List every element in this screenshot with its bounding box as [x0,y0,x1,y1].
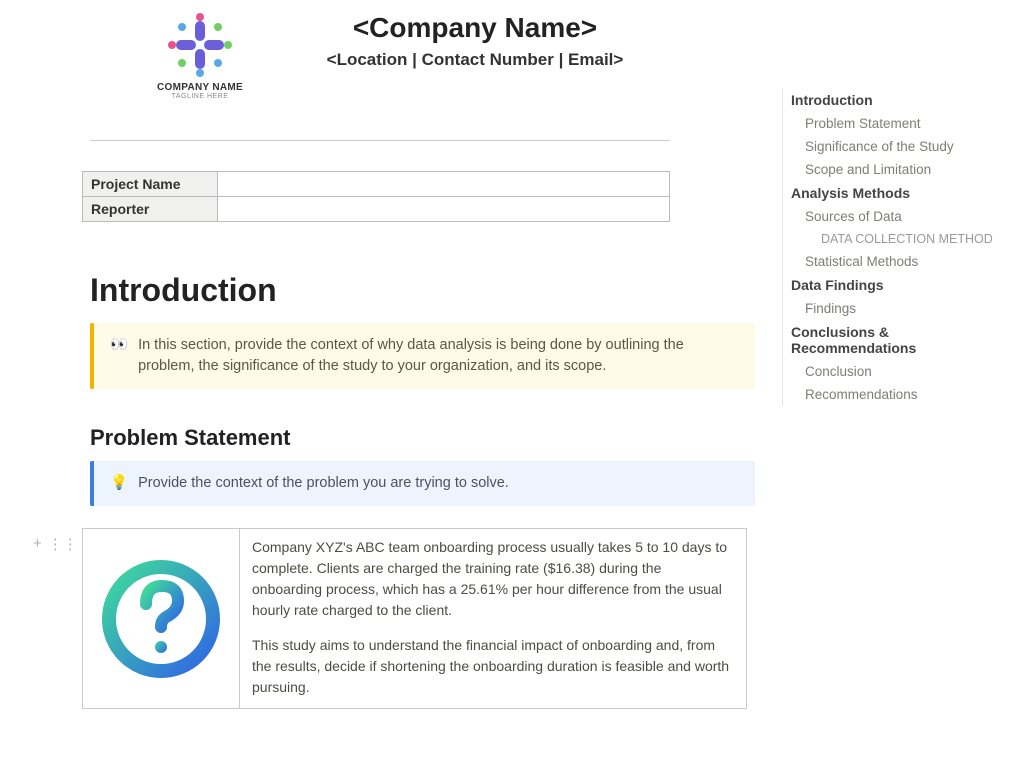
document-header: COMPANY NAME TAGLINE HERE <Company Name>… [0,10,760,100]
problem-body-p2: This study aims to understand the financ… [252,635,734,698]
table-row: Project Name [83,172,670,197]
toc-item-conclusions[interactable]: Conclusions & Recommendations [791,320,1012,360]
introduction-callout: 👀 In this section, provide the context o… [90,323,755,389]
problem-statement-content-block[interactable]: + ⋮⋮ Company XYZ's ABC team [82,528,747,709]
toc-item-analysis-methods[interactable]: Analysis Methods [791,181,1012,205]
table-of-contents: Introduction Problem Statement Significa… [782,88,1012,406]
reporter-label: Reporter [83,197,218,222]
table-row: Reporter [83,197,670,222]
eyes-icon: 👀 [110,335,128,377]
company-logo: COMPANY NAME TAGLINE HERE [130,10,270,100]
project-name-value[interactable] [218,172,670,197]
toc-item-significance[interactable]: Significance of the Study [791,135,1012,158]
toc-item-data-findings[interactable]: Data Findings [791,273,1012,297]
project-info-table: Project Name Reporter [82,171,670,222]
logo-name: COMPANY NAME [130,82,270,93]
divider [90,140,670,141]
toc-item-sources[interactable]: Sources of Data [791,205,1012,228]
logo-tagline: TAGLINE HERE [130,93,270,100]
problem-statement-callout-text: Provide the context of the problem you a… [138,473,509,494]
introduction-heading: Introduction [90,272,670,309]
project-name-label: Project Name [83,172,218,197]
toc-item-conclusion[interactable]: Conclusion [791,360,1012,383]
add-block-button[interactable]: + [33,535,42,553]
toc-item-statistical[interactable]: Statistical Methods [791,250,1012,273]
drag-handle-icon[interactable]: ⋮⋮ [48,535,78,553]
reporter-value[interactable] [218,197,670,222]
problem-statement-heading: Problem Statement [90,425,670,451]
page-title: <Company Name> [270,12,680,44]
toc-item-introduction[interactable]: Introduction [791,88,1012,112]
block-gutter-controls: + ⋮⋮ [33,535,78,553]
question-mark-icon [101,559,221,679]
toc-item-problem-statement[interactable]: Problem Statement [791,112,1012,135]
toc-item-scope[interactable]: Scope and Limitation [791,158,1012,181]
toc-item-findings[interactable]: Findings [791,297,1012,320]
page-subtitle: <Location | Contact Number | Email> [270,50,680,70]
introduction-callout-text: In this section, provide the context of … [138,335,739,377]
bulb-icon: 💡 [110,473,128,494]
problem-statement-callout: 💡 Provide the context of the problem you… [90,461,755,506]
problem-body-p1: Company XYZ's ABC team onboarding proces… [252,537,734,621]
toc-item-recommendations[interactable]: Recommendations [791,383,1012,406]
document-main: COMPANY NAME TAGLINE HERE <Company Name>… [0,0,760,770]
problem-statement-body[interactable]: Company XYZ's ABC team onboarding proces… [240,529,746,708]
toc-item-data-collection[interactable]: DATA COLLECTION METHOD [791,228,1012,250]
logo-mark-icon [160,10,240,80]
question-mark-image-cell [83,529,240,708]
